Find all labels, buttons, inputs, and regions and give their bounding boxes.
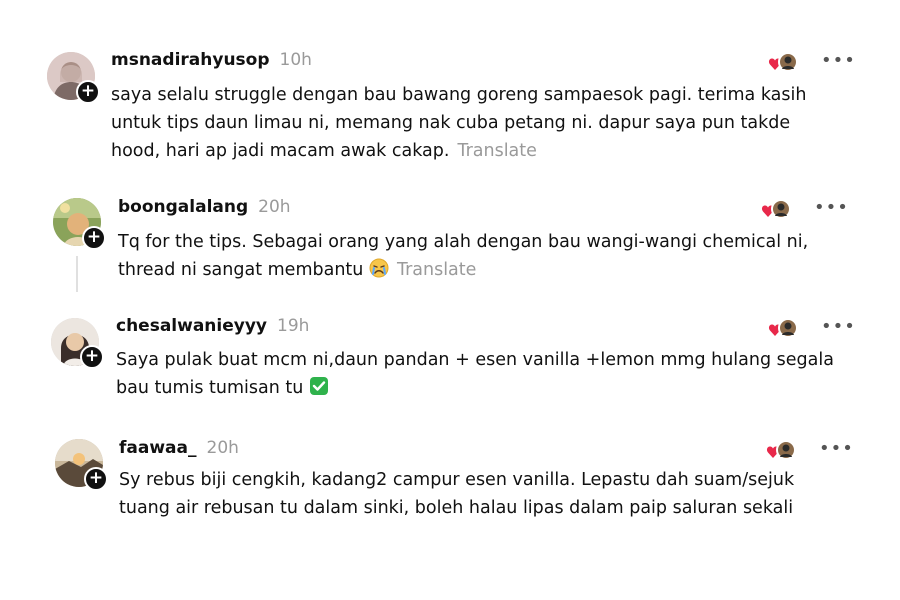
comment-text: Sy rebus biji cengkih, kadang2 campur es… [119,466,849,522]
liked-by-icon[interactable] [761,198,791,220]
comment-line: saya selalu struggle dengan bau bawang g… [111,85,807,105]
comment-line: tuang air rebusan tu dalam sinki, boleh … [119,498,794,518]
comment-text: Saya pulak buat mcm ni,daun pandan + ese… [116,346,846,405]
more-options-icon[interactable]: ••• [819,440,854,458]
follow-plus-icon[interactable]: + [76,80,100,104]
comment-header: boongalalang 20h [118,197,291,217]
comment-header: chesalwanieyyy 19h [116,316,309,336]
username[interactable]: chesalwanieyyy [116,316,267,336]
comment-line-text: thread ni sangat membantu [118,260,364,280]
comment-line: bau tumis tumisan tu [116,374,846,405]
username[interactable]: boongalalang [118,197,248,217]
liked-by-icon[interactable] [766,439,796,461]
comment-line-text: hood, hari ap jadi macam awak cakap. [111,141,450,161]
comment-text: saya selalu struggle dengan bau bawang g… [111,81,841,165]
follow-plus-icon[interactable]: + [82,226,106,250]
comment-line: untuk tips daun limau ni, memang nak cub… [111,113,791,133]
liked-by-icon[interactable] [768,317,798,339]
more-options-icon[interactable]: ••• [814,199,849,217]
comment-line-text: bau tumis tumisan tu [116,378,304,398]
comment-line: hood, hari ap jadi macam awak cakap. Tran… [111,137,841,165]
liked-by-icon[interactable] [768,51,798,73]
comment-header: faawaa_ 20h [119,438,239,458]
crying-face-icon [369,258,389,287]
username[interactable]: msnadirahyusop [111,50,270,70]
follow-plus-icon[interactable]: + [80,345,104,369]
comment-line: Tq for the tips. Sebagai orang yang alah… [118,232,809,252]
more-options-icon[interactable]: ••• [821,52,856,70]
comment-line: thread ni sangat membantu Translate [118,256,848,287]
check-mark-button-icon [309,376,329,405]
timestamp: 10h [279,50,312,70]
comment-header: msnadirahyusop 10h [111,50,312,70]
translate-link[interactable]: Translate [397,260,476,280]
comment-line: Sy rebus biji cengkih, kadang2 campur es… [119,470,795,490]
timestamp: 20h [206,438,239,458]
comment-text: Tq for the tips. Sebagai orang yang alah… [118,228,848,287]
translate-link[interactable]: Translate [457,141,536,161]
thread-line [76,256,78,292]
more-options-icon[interactable]: ••• [821,318,856,336]
comment-line: Saya pulak buat mcm ni,daun pandan + ese… [116,350,834,370]
username[interactable]: faawaa_ [119,438,197,458]
timestamp: 19h [277,316,310,336]
follow-plus-icon[interactable]: + [84,467,108,491]
timestamp: 20h [258,197,291,217]
